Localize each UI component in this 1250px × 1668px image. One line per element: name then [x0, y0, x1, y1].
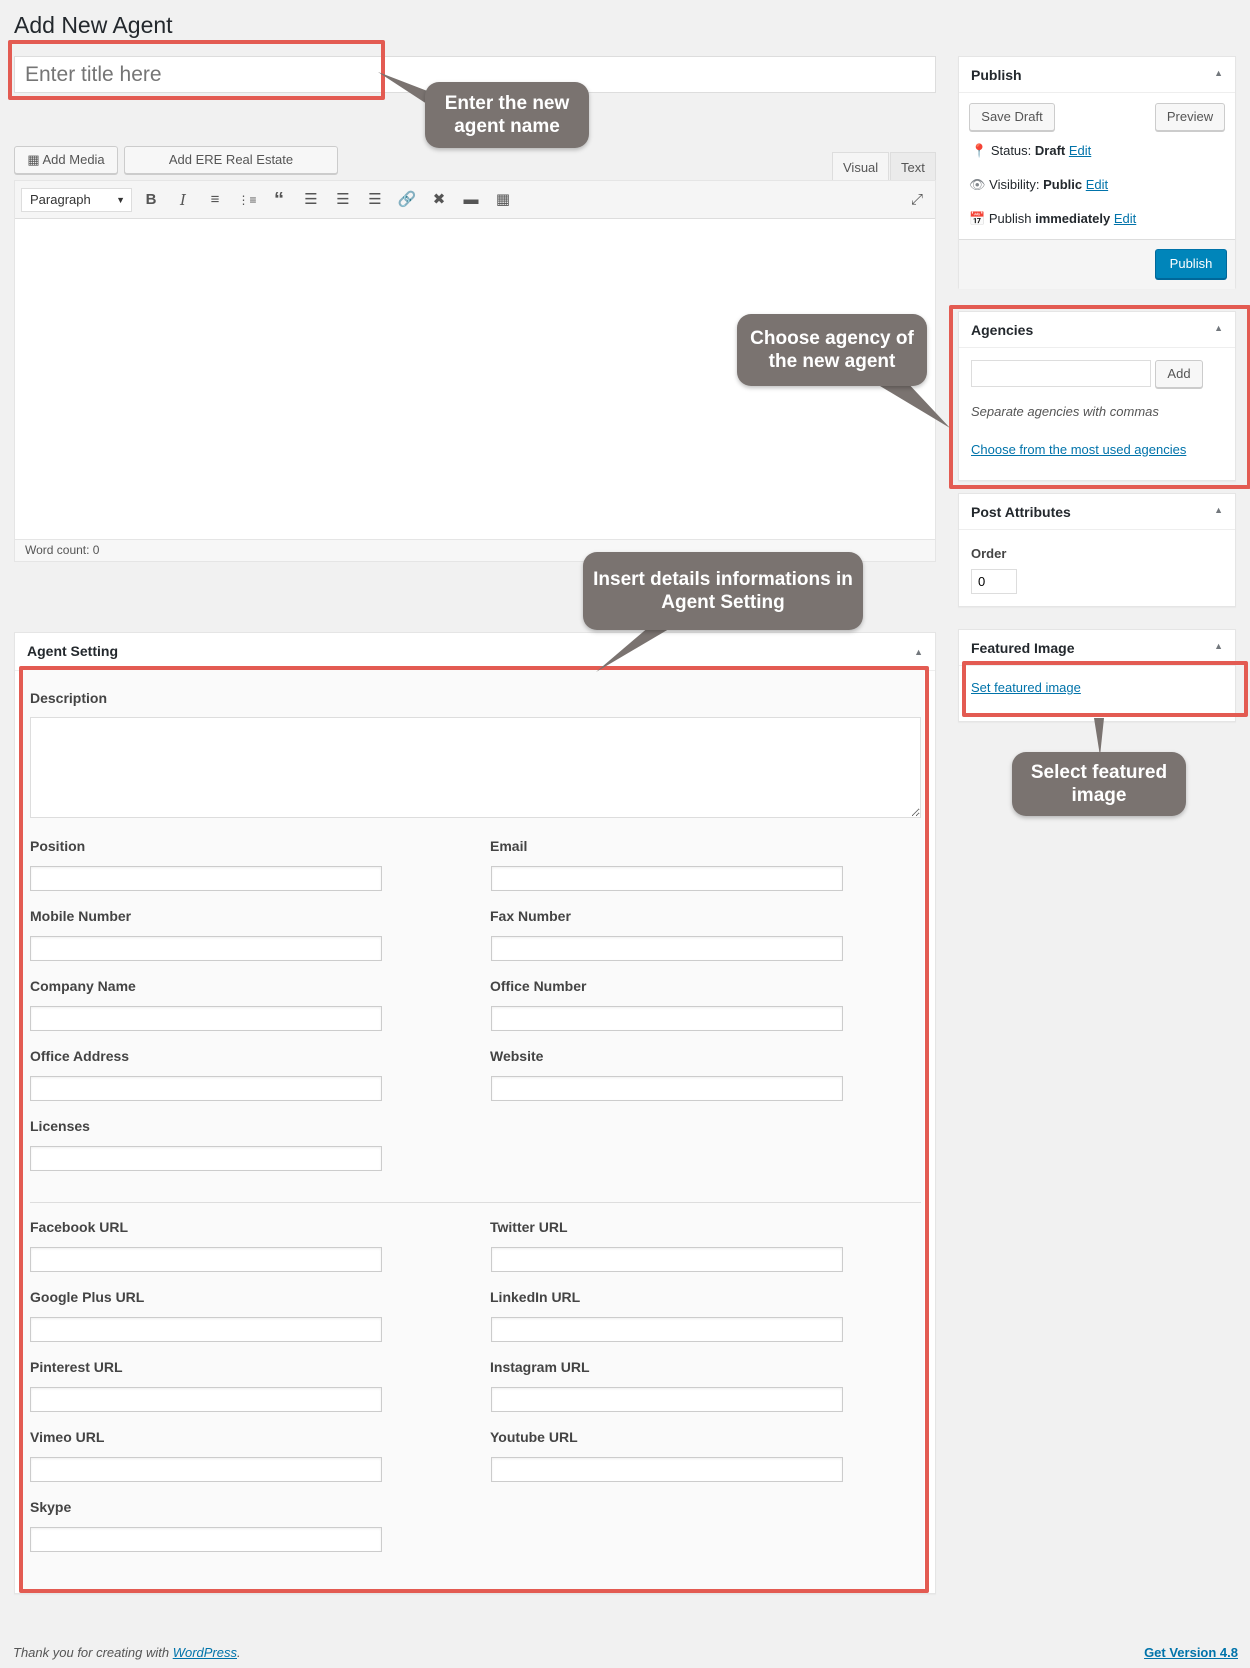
get-version-link[interactable]: Get Version 4.8: [1144, 1645, 1238, 1660]
title-callout: Enter the new agent name: [425, 82, 589, 148]
callout-pointers: [378, 72, 1104, 756]
featured-callout: Select featured image: [1012, 752, 1186, 816]
details-callout: Insert details informations in Agent Set…: [583, 552, 863, 630]
featured-callout-pointer: [1094, 718, 1104, 756]
details-callout-pointer: [596, 626, 674, 672]
title-callout-pointer: [378, 72, 430, 106]
agency-callout-pointer: [870, 380, 950, 428]
wordpress-link[interactable]: WordPress: [173, 1645, 237, 1660]
agency-callout: Choose agency of the new agent: [737, 314, 927, 386]
footer-thanks: Thank you for creating with WordPress.: [13, 1645, 241, 1660]
